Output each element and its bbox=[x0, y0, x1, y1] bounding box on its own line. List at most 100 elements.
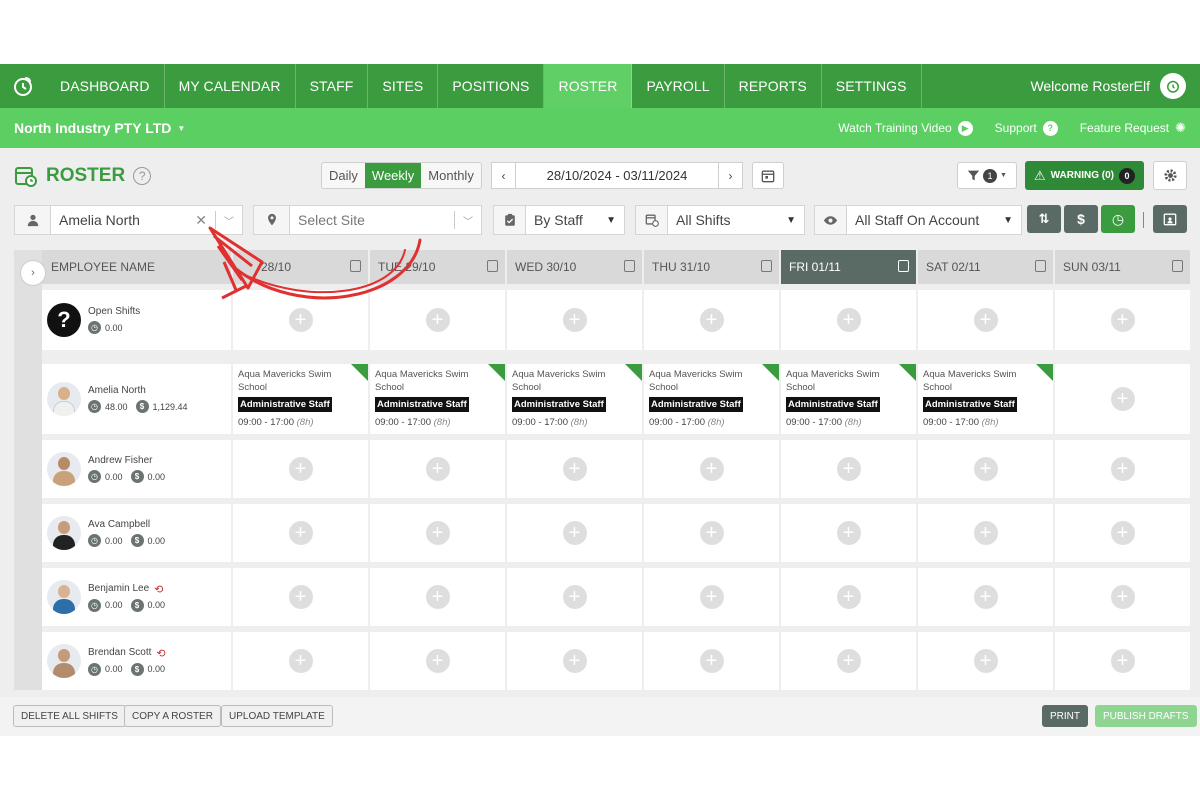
nav-payroll[interactable]: PAYROLL bbox=[632, 64, 725, 108]
day-cell[interactable]: + bbox=[507, 568, 642, 626]
day-cell[interactable]: + bbox=[1055, 568, 1190, 626]
shift-card[interactable]: Aqua Mavericks Swim School Administrative … bbox=[781, 364, 916, 434]
help-icon[interactable]: ? bbox=[133, 167, 152, 185]
calendar-view-button[interactable] bbox=[1153, 205, 1187, 233]
warning-button[interactable]: ⚠ WARNING (0) 0 bbox=[1025, 161, 1144, 190]
add-shift-icon[interactable]: + bbox=[836, 308, 861, 332]
print-button[interactable]: PRINT bbox=[1042, 705, 1088, 727]
add-shift-icon[interactable]: + bbox=[1110, 308, 1135, 332]
day-cell[interactable]: + bbox=[1055, 632, 1190, 690]
delete-all-shifts-button[interactable]: DELETE ALL SHIFTS bbox=[13, 705, 126, 727]
day-cell[interactable]: + bbox=[781, 568, 916, 626]
add-shift-icon[interactable]: + bbox=[836, 457, 861, 481]
day-cell[interactable]: + bbox=[370, 504, 505, 562]
add-shift-icon[interactable]: + bbox=[1110, 521, 1135, 545]
copy-roster-button[interactable]: COPY A ROSTER bbox=[124, 705, 221, 727]
add-shift-icon[interactable]: + bbox=[425, 585, 450, 609]
add-shift-icon[interactable]: + bbox=[973, 585, 998, 609]
day-cell[interactable]: + bbox=[918, 440, 1053, 498]
nav-reports[interactable]: REPORTS bbox=[725, 64, 822, 108]
date-range[interactable]: 28/10/2024 - 03/11/2024 bbox=[516, 162, 718, 189]
copy-icon[interactable] bbox=[624, 260, 635, 272]
shift-cell[interactable]: Aqua Mavericks Swim School Administrative … bbox=[918, 364, 1053, 434]
add-shift-icon[interactable]: + bbox=[973, 308, 998, 332]
day-header-sun[interactable]: SUN 03/11 bbox=[1055, 250, 1190, 284]
nav-staff[interactable]: STAFF bbox=[296, 64, 369, 108]
add-shift-icon[interactable]: + bbox=[836, 649, 861, 673]
day-cell[interactable]: + bbox=[233, 504, 368, 562]
day-cell[interactable]: + bbox=[233, 290, 368, 350]
day-cell[interactable]: + bbox=[370, 440, 505, 498]
add-shift-icon[interactable]: + bbox=[699, 649, 724, 673]
shift-card[interactable]: Aqua Mavericks Swim School Administrative … bbox=[233, 364, 368, 434]
group-by-select[interactable]: By Staff ▼ bbox=[493, 205, 625, 235]
upload-template-button[interactable]: UPLOAD TEMPLATE bbox=[221, 705, 333, 727]
add-shift-icon[interactable]: + bbox=[973, 457, 998, 481]
shift-cell[interactable]: Aqua Mavericks Swim School Administrative … bbox=[781, 364, 916, 434]
day-cell[interactable]: + bbox=[233, 632, 368, 690]
user-avatar-icon[interactable] bbox=[1160, 73, 1186, 99]
add-shift-icon[interactable]: + bbox=[425, 308, 450, 332]
day-cell[interactable]: + bbox=[781, 290, 916, 350]
day-cell[interactable]: + bbox=[233, 568, 368, 626]
copy-icon[interactable] bbox=[487, 260, 498, 272]
add-shift-icon[interactable]: + bbox=[699, 521, 724, 545]
filter-button[interactable]: 1 ▼ bbox=[957, 162, 1017, 189]
shift-card[interactable]: Aqua Mavericks Swim School Administrative … bbox=[507, 364, 642, 434]
shift-card[interactable]: Aqua Mavericks Swim School Administrative … bbox=[918, 364, 1053, 434]
shift-card[interactable]: Aqua Mavericks Swim School Administrative … bbox=[370, 364, 505, 434]
chevron-down-icon[interactable]: ﹀ bbox=[216, 213, 242, 228]
employee-select[interactable]: Amelia North ✕ ﹀ bbox=[14, 205, 243, 235]
day-cell[interactable]: + bbox=[918, 632, 1053, 690]
view-weekly[interactable]: Weekly bbox=[364, 163, 422, 188]
clear-icon[interactable]: ✕ bbox=[187, 212, 215, 229]
add-shift-icon[interactable]: + bbox=[288, 521, 313, 545]
next-week-button[interactable]: › bbox=[718, 162, 743, 189]
support-link[interactable]: Support ? bbox=[995, 120, 1058, 136]
swap-shift-icon[interactable]: ⟲ bbox=[156, 647, 172, 660]
settings-button[interactable] bbox=[1153, 161, 1187, 190]
day-header-mon[interactable]: 28/10 bbox=[233, 250, 368, 284]
nav-my-calendar[interactable]: MY CALENDAR bbox=[165, 64, 296, 108]
cost-toggle-button[interactable]: $ bbox=[1064, 205, 1098, 233]
day-cell[interactable]: + bbox=[644, 632, 779, 690]
add-shift-icon[interactable]: + bbox=[1110, 585, 1135, 609]
day-cell[interactable]: + bbox=[507, 504, 642, 562]
employee-cell[interactable]: Benjamin Lee ⟲ ◷ 0.00 $0.00 bbox=[42, 568, 231, 626]
watch-training-video-link[interactable]: Watch Training Video ▶ bbox=[838, 120, 973, 136]
nav-sites[interactable]: SITES bbox=[368, 64, 439, 108]
day-cell[interactable]: + bbox=[644, 504, 779, 562]
add-shift-icon[interactable]: + bbox=[562, 649, 587, 673]
day-cell[interactable]: + bbox=[507, 440, 642, 498]
day-cell[interactable]: + bbox=[781, 632, 916, 690]
add-shift-icon[interactable]: + bbox=[425, 521, 450, 545]
add-shift-icon[interactable]: + bbox=[562, 457, 587, 481]
add-shift-icon[interactable]: + bbox=[562, 308, 587, 332]
day-cell[interactable]: + bbox=[233, 440, 368, 498]
day-cell[interactable]: + bbox=[781, 504, 916, 562]
day-cell[interactable]: + bbox=[1055, 364, 1190, 434]
prev-week-button[interactable]: ‹ bbox=[491, 162, 516, 189]
nav-roster[interactable]: ROSTER bbox=[544, 64, 633, 108]
add-shift-icon[interactable]: + bbox=[1110, 387, 1135, 411]
add-shift-icon[interactable]: + bbox=[425, 649, 450, 673]
feature-request-link[interactable]: Feature Request ✺ bbox=[1080, 120, 1186, 136]
employee-cell[interactable]: Amelia North ◷ 48.00 $1,129.44 bbox=[42, 364, 231, 434]
day-cell[interactable]: + bbox=[1055, 290, 1190, 350]
expand-panel-button[interactable]: › bbox=[20, 260, 46, 286]
day-header-thu[interactable]: THU 31/10 bbox=[644, 250, 779, 284]
copy-icon[interactable] bbox=[1172, 260, 1183, 272]
view-daily[interactable]: Daily bbox=[322, 163, 365, 188]
employee-cell[interactable]: Ava Campbell ◷ 0.00 $0.00 bbox=[42, 504, 231, 562]
add-shift-icon[interactable]: + bbox=[699, 585, 724, 609]
day-cell[interactable]: + bbox=[644, 440, 779, 498]
day-header-tue[interactable]: TUE 29/10 bbox=[370, 250, 505, 284]
day-cell[interactable]: + bbox=[507, 632, 642, 690]
day-cell[interactable]: + bbox=[1055, 440, 1190, 498]
shift-cell[interactable]: Aqua Mavericks Swim School Administrative … bbox=[644, 364, 779, 434]
day-cell[interactable]: + bbox=[370, 290, 505, 350]
shift-card[interactable]: Aqua Mavericks Swim School Administrative … bbox=[644, 364, 779, 434]
day-cell[interactable]: + bbox=[644, 290, 779, 350]
nav-positions[interactable]: POSITIONS bbox=[438, 64, 545, 108]
day-header-sat[interactable]: SAT 02/11 bbox=[918, 250, 1053, 284]
